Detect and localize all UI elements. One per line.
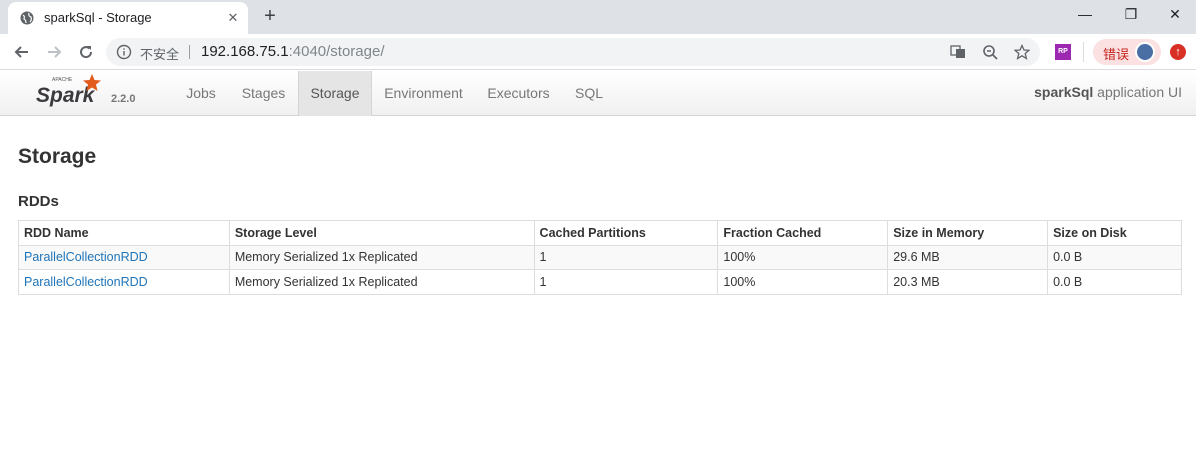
toolbar-divider [1083,42,1084,62]
extension-rp-icon[interactable]: RP [1055,44,1071,60]
table-cell: 100% [717,269,889,295]
rdd-name-link[interactable]: ParallelCollectionRDD [24,275,148,289]
avatar [1135,42,1155,62]
logo-apache-text: APACHE [52,77,73,83]
translate-icon[interactable] [948,42,968,62]
globe-icon [20,11,34,25]
tab-environment[interactable]: Environment [372,71,475,116]
tab-close-icon[interactable]: ✕ [224,9,242,27]
omnibox-divider [189,45,190,59]
column-header[interactable]: Size in Memory [887,220,1049,246]
tab-storage[interactable]: Storage [298,71,372,116]
browser-tab[interactable]: sparkSql - Storage ✕ [8,2,248,34]
table-row: ParallelCollectionRDD Memory Serialized … [18,244,1182,270]
new-tab-button[interactable]: + [258,5,282,29]
tab-sql[interactable]: SQL [562,71,616,116]
table-cell: 1 [533,244,719,270]
profile-error-button[interactable]: 错误 [1093,39,1161,65]
browser-tabstrip: sparkSql - Storage ✕ + — ❐ ✕ [0,0,1196,34]
window-restore-button[interactable]: ❐ [1108,0,1154,30]
tab-title: sparkSql - Storage [44,10,152,25]
table-cell: 1 [533,269,719,295]
rdd-table: RDD Name Storage Level Cached Partitions… [18,220,1182,295]
spark-navbar: APACHE Spark 2.2.0 Jobs Stages Storage E… [0,71,1196,116]
table-cell: 20.3 MB [887,269,1049,295]
tab-executors[interactable]: Executors [475,71,562,116]
url-path: :4040/storage/ [288,43,385,60]
tab-stages[interactable]: Stages [229,71,298,116]
page-title: Storage [18,145,97,168]
column-header[interactable]: Storage Level [228,220,535,246]
column-header[interactable]: Size on Disk [1047,220,1182,246]
table-cell: ParallelCollectionRDD [18,269,230,295]
zoom-icon[interactable] [980,42,1000,62]
app-name-suffix: application UI [1093,84,1182,100]
profile-error-label: 错误 [1103,47,1130,62]
back-arrow-icon[interactable] [10,40,34,64]
table-header-row: RDD Name Storage Level Cached Partitions… [18,220,1182,246]
table-cell: ParallelCollectionRDD [18,244,230,270]
not-secure-label: 不安全 [140,47,180,62]
column-header[interactable]: Fraction Cached [717,220,889,246]
window-minimize-button[interactable]: — [1062,0,1108,30]
logo-spark-text: Spark [36,84,96,107]
bookmark-star-icon[interactable] [1012,42,1032,62]
column-header[interactable]: Cached Partitions [533,220,719,246]
table-cell: 100% [717,244,889,270]
tab-jobs[interactable]: Jobs [173,71,229,116]
url-host: 192.168.75.1 [201,43,289,60]
rdd-name-link[interactable]: ParallelCollectionRDD [24,250,148,264]
update-icon[interactable]: ↑ [1170,44,1186,60]
forward-arrow-icon[interactable] [42,40,66,64]
url-text[interactable]: 192.168.75.1:4040/storage/ [201,43,385,60]
spark-logo[interactable]: APACHE Spark [34,72,110,112]
info-icon[interactable] [116,44,132,60]
browser-toolbar: 不安全 192.168.75.1:4040/storage/ RP 错误 ↑ [0,34,1196,70]
reload-icon[interactable] [74,40,98,64]
section-title-rdds: RDDs [18,193,59,210]
app-name: sparkSql application UI [1034,84,1182,100]
window-close-button[interactable]: ✕ [1152,0,1196,30]
table-cell: 0.0 B [1047,269,1182,295]
address-bar[interactable]: 不安全 192.168.75.1:4040/storage/ [106,38,1040,66]
spark-version: 2.2.0 [111,93,136,105]
app-name-bold: sparkSql [1034,84,1094,100]
table-cell: 29.6 MB [887,244,1049,270]
table-cell: Memory Serialized 1x Replicated [228,269,535,295]
table-cell: 0.0 B [1047,244,1182,270]
table-cell: Memory Serialized 1x Replicated [228,244,535,270]
column-header[interactable]: RDD Name [18,220,230,246]
table-row: ParallelCollectionRDD Memory Serialized … [18,269,1182,295]
